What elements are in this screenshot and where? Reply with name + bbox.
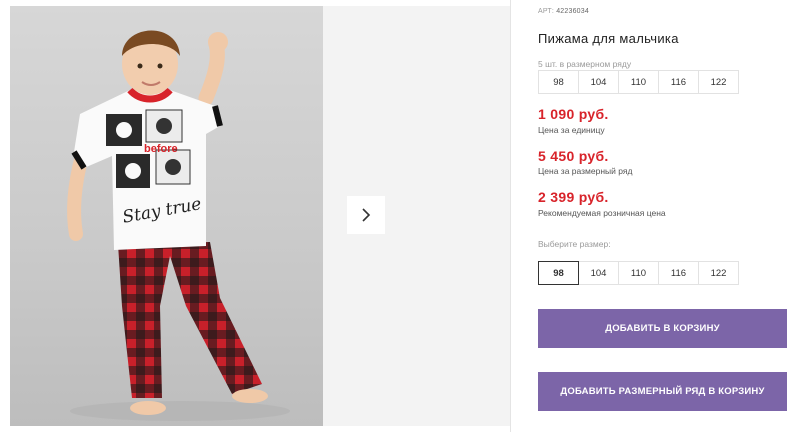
product-photo[interactable]: before Stay true (10, 6, 323, 426)
size-row-cell: 98 (538, 70, 579, 94)
size-option-116[interactable]: 116 (658, 261, 699, 285)
row-price-label: Цена за размерный ряд (538, 166, 633, 176)
size-option-98[interactable]: 98 (538, 261, 579, 285)
product-title: Пижама для мальчика (538, 31, 679, 46)
size-row-note: 5 шт. в размерном ряду (538, 59, 632, 69)
sku-label: АРТ: (538, 8, 555, 15)
row-price: 5 450 руб. (538, 148, 609, 164)
choose-size-label: Выберите размер: (538, 239, 611, 249)
chevron-right-icon (362, 208, 371, 222)
gallery-next-button[interactable] (347, 196, 385, 234)
unit-price-label: Цена за единицу (538, 125, 605, 135)
size-row-cell: 122 (698, 70, 739, 94)
size-option-104[interactable]: 104 (578, 261, 619, 285)
shirt-print-before: before (144, 143, 178, 155)
product-gallery: before Stay true (10, 6, 510, 426)
size-row-cell: 104 (578, 70, 619, 94)
size-row-cell: 110 (618, 70, 659, 94)
retail-price-label: Рекомендуемая розничная цена (538, 208, 666, 218)
sku-value: 42236034 (556, 8, 589, 15)
add-size-row-to-cart-button[interactable]: ДОБАВИТЬ РАЗМЕРНЫЙ РЯД В КОРЗИНУ (538, 372, 787, 411)
size-option-110[interactable]: 110 (618, 261, 659, 285)
retail-price: 2 399 руб. (538, 189, 609, 205)
unit-price: 1 090 руб. (538, 106, 609, 122)
column-divider (510, 0, 511, 432)
size-row-grid: 98 104 110 116 122 (538, 70, 739, 94)
product-photo-illustration: before Stay true (67, 30, 290, 421)
add-to-cart-button[interactable]: ДОБАВИТЬ В КОРЗИНУ (538, 309, 787, 348)
size-row-cell: 116 (658, 70, 699, 94)
size-option-122[interactable]: 122 (698, 261, 739, 285)
size-selector: 98 104 110 116 122 (538, 261, 739, 285)
product-sku: АРТ: 42236034 (538, 8, 589, 15)
